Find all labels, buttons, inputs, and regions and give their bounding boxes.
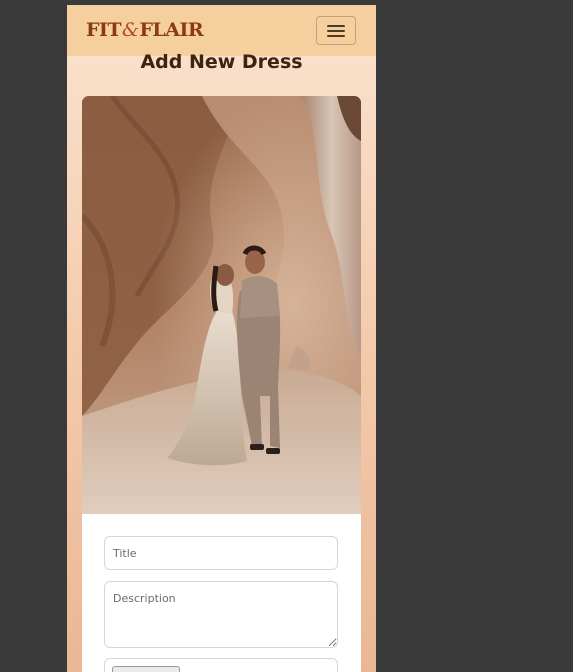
add-dress-card (82, 96, 361, 672)
navbar-toggle-button[interactable] (316, 16, 356, 45)
dress-photo (82, 96, 361, 514)
image-file-input[interactable] (104, 658, 338, 672)
navbar: FIT&FLAIR (67, 5, 376, 56)
choose-file-button[interactable] (112, 666, 180, 672)
hamburger-menu-icon-bar (327, 30, 345, 32)
brand-logo-ampersand: & (122, 19, 139, 41)
hamburger-menu-icon-bar (327, 35, 345, 37)
hamburger-menu-icon (327, 25, 345, 27)
mobile-viewport: FIT&FLAIR Add New Dress (67, 5, 376, 672)
brand-logo-left: FIT (86, 19, 122, 41)
title-input[interactable] (104, 536, 338, 570)
brand-logo-right: FLAIR (139, 19, 204, 41)
brand-logo[interactable]: FIT&FLAIR (86, 19, 204, 41)
page-title: Add New Dress (140, 51, 303, 73)
description-textarea[interactable] (104, 581, 338, 648)
